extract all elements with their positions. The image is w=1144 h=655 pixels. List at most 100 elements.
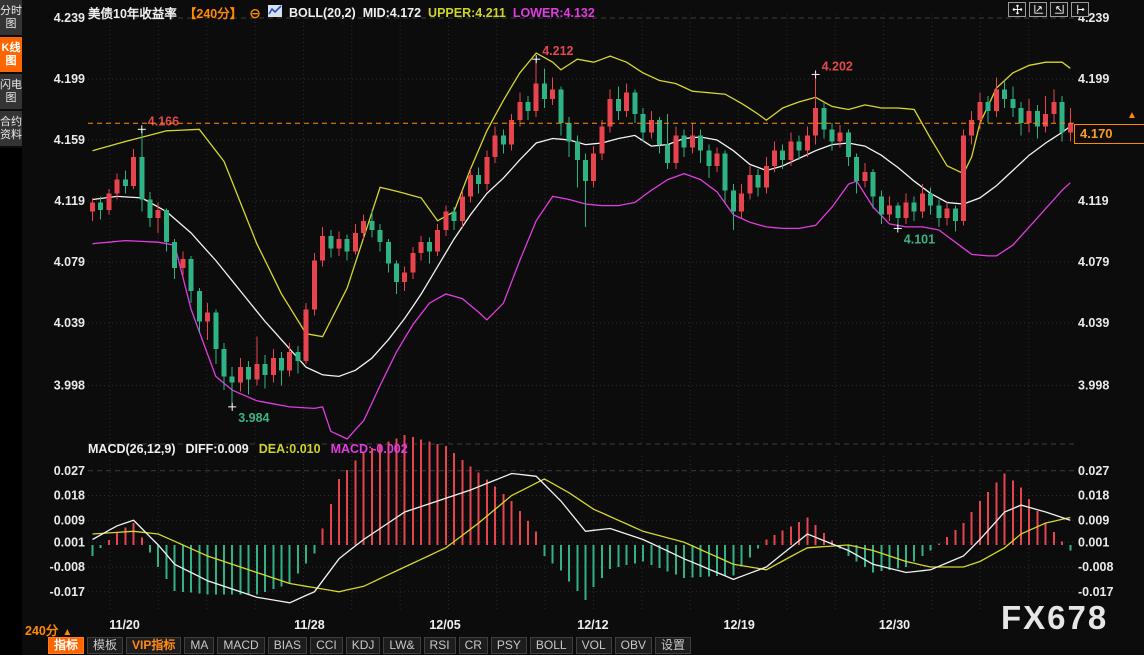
candle (402, 267, 407, 291)
candle (123, 171, 128, 194)
toolbar-button-rsi[interactable]: RSI (424, 637, 456, 654)
candle (1010, 87, 1015, 118)
sidebar: 分时图K线图闪电图合约资料 (0, 0, 22, 655)
macd-tick-left: -0.017 (50, 585, 85, 599)
sidebar-item-kline[interactable]: K线图 (0, 37, 22, 74)
footer-period-label: 240分 (25, 624, 58, 638)
candle (452, 207, 457, 230)
annotation-label: 4.166 (148, 114, 179, 128)
candle (682, 129, 687, 156)
candle (279, 352, 284, 386)
candle (846, 129, 851, 166)
candle (986, 96, 991, 123)
kline-macd-chart[interactable]: 4.2394.2394.1994.1994.1594.1594.1194.119… (0, 0, 1144, 655)
annotation-label: 3.984 (238, 411, 269, 425)
candle (608, 90, 613, 133)
candle (805, 126, 810, 156)
candle (936, 199, 941, 226)
indicator-toolbar: 指标模板VIP指标MAMACDBIASCCIKDJLW&RSICRPSYBOLL… (48, 637, 691, 654)
candle (148, 192, 153, 227)
candle (156, 203, 161, 234)
boll-lower-value: LOWER:4.132 (513, 6, 595, 20)
axis-zoom-left-icon[interactable] (1029, 2, 1047, 17)
candle (1027, 99, 1032, 133)
macd-dea-value: DEA:0.010 (259, 442, 321, 456)
toolbar-button-vip-zhibiao[interactable]: VIP指标 (126, 637, 181, 654)
candle (501, 129, 506, 153)
candle (419, 236, 424, 260)
toolbar-button-cci[interactable]: CCI (310, 637, 343, 654)
macd-header: MACD(26,12,9) DIFF:0.009 DEA:0.010 MACD:… (88, 442, 408, 456)
price-tick-left: 4.239 (54, 11, 85, 25)
candle (854, 154, 859, 194)
toolbar-button-shezhi[interactable]: 设置 (655, 637, 691, 654)
candle (862, 163, 867, 187)
candle (254, 337, 259, 386)
toolbar-button-lwr[interactable]: LW& (383, 637, 420, 654)
toolbar-button-moban[interactable]: 模板 (87, 637, 123, 654)
macd-tick-left: 0.027 (54, 464, 85, 478)
annotation-label: 4.101 (904, 232, 935, 246)
price-tick-left: 4.119 (54, 194, 85, 208)
watermark-logo: FX678 (1001, 599, 1108, 637)
annotation-label: 4.212 (542, 44, 573, 58)
candle (821, 102, 826, 139)
time-tick-label: 12/05 (429, 618, 460, 632)
candle (879, 190, 884, 224)
price-tick-right: 4.199 (1078, 72, 1109, 86)
candle (328, 230, 333, 257)
candle (238, 358, 243, 392)
macd-tick-right: 0.001 (1078, 535, 1109, 549)
candle (435, 224, 440, 256)
axis-zoom-right-icon[interactable] (1050, 2, 1068, 17)
candle (871, 169, 876, 209)
toolbar-button-zhibiao[interactable]: 指标 (48, 637, 84, 654)
candle (558, 87, 563, 136)
sidebar-item-contract-info[interactable]: 合约资料 (0, 111, 22, 148)
toolbar-button-psy[interactable]: PSY (491, 637, 527, 654)
candle (591, 146, 596, 187)
macd-dea-line (93, 479, 1071, 592)
toolbar-button-cr[interactable]: CR (459, 637, 488, 654)
candle (295, 346, 300, 373)
toolbar-button-bias[interactable]: BIAS (268, 637, 307, 654)
pan-move-icon[interactable] (1008, 2, 1026, 17)
candle (1043, 96, 1048, 133)
candle (1051, 90, 1056, 124)
toolbar-button-ma[interactable]: MA (184, 637, 214, 654)
price-tick-left: 4.159 (54, 133, 85, 147)
sidebar-item-flash[interactable]: 闪电图 (0, 74, 22, 111)
candle (230, 367, 235, 407)
collapse-icon[interactable]: ⊖ (249, 7, 261, 19)
candle (673, 126, 678, 169)
toolbar-button-obv[interactable]: OBV (615, 637, 652, 654)
candle (271, 349, 276, 383)
candle (517, 93, 522, 127)
candle (369, 210, 374, 237)
price-tick-left: 4.199 (54, 72, 85, 86)
price-annotation: 4.202 (812, 59, 853, 78)
chart-header: 美债10年收益率 【240分】 ⊖ BOLL(20,2) MID:4.172 U… (88, 3, 595, 22)
sidebar-item-time-share[interactable]: 分时图 (0, 0, 22, 37)
macd-histogram (93, 435, 1071, 600)
toolbar-button-boll[interactable]: BOLL (530, 637, 573, 654)
toolbar-button-kdj[interactable]: KDJ (346, 637, 381, 654)
time-tick-label: 11/20 (109, 618, 140, 632)
candle (443, 206, 448, 237)
candle (304, 303, 309, 364)
macd-lines (93, 474, 1071, 603)
annotation-label: 4.202 (822, 59, 853, 73)
macd-tick-right: -0.017 (1078, 585, 1113, 599)
toolbar-button-vol[interactable]: VOL (576, 637, 612, 654)
time-tick-label: 11/28 (294, 618, 325, 632)
candle (813, 74, 818, 144)
candle (632, 90, 637, 124)
candle (131, 149, 136, 189)
axis-pan-right-icon[interactable] (1071, 2, 1089, 17)
candle (583, 154, 588, 227)
candle (1002, 81, 1007, 108)
chart-title: 美债10年收益率 (88, 3, 177, 22)
toolbar-button-macd[interactable]: MACD (217, 637, 264, 654)
boll-mid-line (93, 126, 1071, 376)
candle (320, 227, 325, 267)
